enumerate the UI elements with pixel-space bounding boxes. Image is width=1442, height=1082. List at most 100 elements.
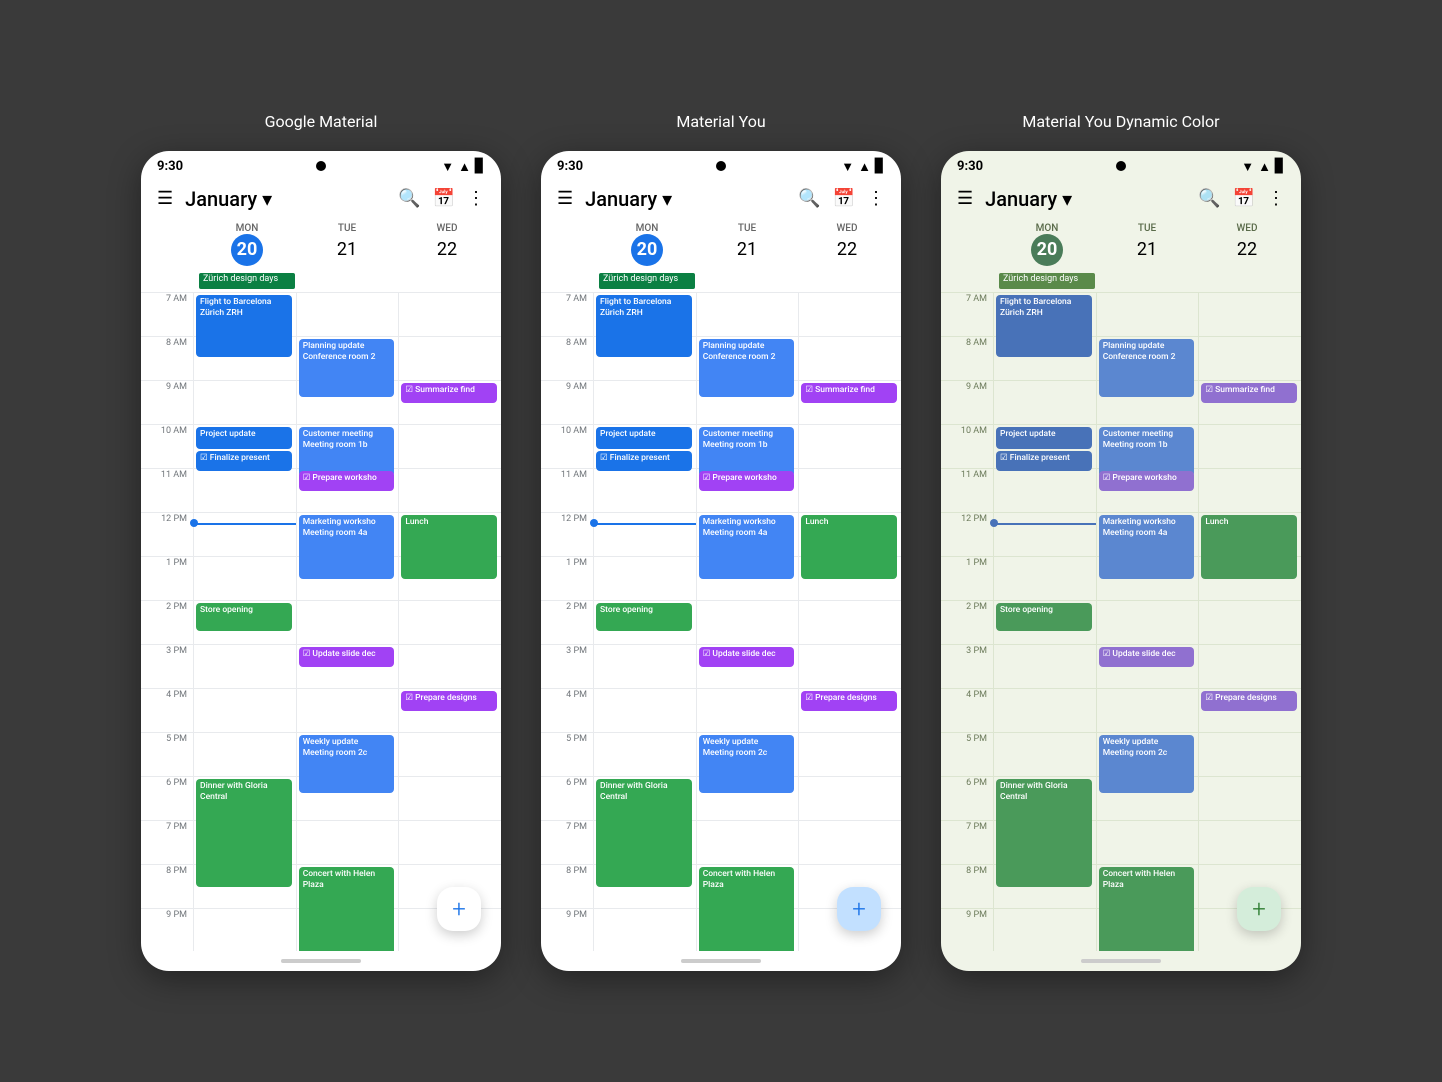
time-row-12pm-2: 12 PM Marketing workshoMeeting room 4a L… <box>541 512 901 556</box>
fab-1[interactable]: + <box>437 887 481 931</box>
event-store-opening-3[interactable]: Store opening <box>996 603 1092 631</box>
event-lunch-1[interactable]: Lunch <box>401 515 497 579</box>
event-flight-barcelona-1[interactable]: Flight to BarcelonaZürich ZRH <box>196 295 292 357</box>
cell-tue-7am-1 <box>296 293 399 336</box>
event-marketing-worksho-2[interactable]: Marketing workshoMeeting room 4a <box>699 515 795 579</box>
hamburger-icon-2[interactable]: ☰ <box>557 188 573 209</box>
day-num-tue-1: 21 <box>331 234 363 266</box>
event-project-update-3[interactable]: Project update <box>996 427 1092 449</box>
event-concert-helen-1[interactable]: Concert with HelenPlaza <box>299 867 395 951</box>
cell-tue-8am-2: Planning updateConference room 2 <box>696 337 799 380</box>
event-marketing-worksho-1[interactable]: Marketing workshoMeeting room 4a <box>299 515 395 579</box>
event-customer-meeting-3[interactable]: Customer meetingMeeting room 1b <box>1099 427 1195 477</box>
day-col-tue-1[interactable]: TUE 21 <box>297 219 397 270</box>
cell-wed-12pm-3: Lunch <box>1198 513 1301 556</box>
signal-icon-1: ▲ <box>458 159 471 175</box>
month-title-1[interactable]: January ▾ <box>185 187 386 211</box>
more-icon-2[interactable]: ⋮ <box>867 188 885 209</box>
calendar-icon-2[interactable]: 📅 <box>833 188 855 209</box>
day-col-tue-3[interactable]: Tue 21 <box>1097 219 1197 270</box>
event-flight-barcelona-3[interactable]: Flight to BarcelonaZürich ZRH <box>996 295 1092 357</box>
more-icon-1[interactable]: ⋮ <box>467 188 485 209</box>
event-summarize-2[interactable]: ☑ Summarize find <box>801 383 897 403</box>
event-prepare-worksho-3[interactable]: ☑ Prepare worksho <box>1099 471 1195 491</box>
event-update-slide-1[interactable]: ☑ Update slide dec <box>299 647 395 667</box>
event-prepare-worksho-1[interactable]: ☑ Prepare worksho <box>299 471 395 491</box>
allday-event-zurich-2[interactable]: Zürich design days <box>599 273 695 289</box>
event-customer-meeting-2[interactable]: Customer meetingMeeting room 1b <box>699 427 795 477</box>
day-col-tue-2[interactable]: Tue 21 <box>697 219 797 270</box>
event-summarize-3[interactable]: ☑ Summarize find <box>1201 383 1297 403</box>
search-icon-1[interactable]: 🔍 <box>398 188 420 209</box>
event-planning-update-3[interactable]: Planning updateConference room 2 <box>1099 339 1195 397</box>
more-icon-3[interactable]: ⋮ <box>1267 188 1285 209</box>
time-row-7am-1: 7 AM Flight to BarcelonaZürich ZRH <box>141 292 501 336</box>
event-weekly-update-1[interactable]: Weekly updateMeeting room 2c <box>299 735 395 793</box>
event-project-update-1[interactable]: Project update <box>196 427 292 449</box>
month-title-3[interactable]: January ▾ <box>985 187 1186 211</box>
signal-icon-2: ▲ <box>858 159 871 175</box>
fab-3[interactable]: + <box>1237 887 1281 931</box>
calendar-icon-1[interactable]: 📅 <box>433 188 455 209</box>
event-update-slide-2[interactable]: ☑ Update slide dec <box>699 647 795 667</box>
event-project-update-2[interactable]: Project update <box>596 427 692 449</box>
search-icon-2[interactable]: 🔍 <box>798 188 820 209</box>
cell-tue-7pm-2 <box>696 821 799 864</box>
search-icon-3[interactable]: 🔍 <box>1198 188 1220 209</box>
time-grid-2[interactable]: 7 AM Flight to BarcelonaZürich ZRH 8 AM <box>541 292 901 951</box>
event-update-slide-3[interactable]: ☑ Update slide dec <box>1099 647 1195 667</box>
event-prepare-designs-1[interactable]: ☑ Prepare designs <box>401 691 497 711</box>
cell-tue-11am-1: ☑ Prepare worksho <box>296 469 399 512</box>
event-planning-update-1[interactable]: Planning updateConference room 2 <box>299 339 395 397</box>
event-summarize-1[interactable]: ☑ Summarize find <box>401 383 497 403</box>
event-planning-update-2[interactable]: Planning updateConference room 2 <box>699 339 795 397</box>
month-title-2[interactable]: January ▾ <box>585 187 786 211</box>
allday-event-zurich-3[interactable]: Zürich design days <box>999 273 1095 289</box>
event-dinner-gloria-3[interactable]: Dinner with GloriaCentral <box>996 779 1092 887</box>
event-flight-barcelona-2[interactable]: Flight to BarcelonaZürich ZRH <box>596 295 692 357</box>
event-store-opening-1[interactable]: Store opening <box>196 603 292 631</box>
event-weekly-update-2[interactable]: Weekly updateMeeting room 2c <box>699 735 795 793</box>
time-label-4pm-3: 4 PM <box>941 689 993 732</box>
day-col-wed-1[interactable]: WED 22 <box>397 219 497 270</box>
event-finalize-2[interactable]: ☑ Finalize present <box>596 451 692 471</box>
event-lunch-3[interactable]: Lunch <box>1201 515 1297 579</box>
day-col-mon-3[interactable]: Mon 20 <box>997 219 1097 270</box>
calendar-icon-3[interactable]: 📅 <box>1233 188 1255 209</box>
allday-event-zurich-1[interactable]: Zürich design days <box>199 273 295 289</box>
day-col-wed-2[interactable]: Wed 22 <box>797 219 897 270</box>
event-prepare-designs-3[interactable]: ☑ Prepare designs <box>1201 691 1297 711</box>
cell-mon-10am-3: Project update ☑ Finalize present <box>993 425 1096 468</box>
time-grid-1[interactable]: 7 AM Flight to BarcelonaZürich ZRH 8 AM <box>141 292 501 951</box>
cell-mon-6pm-1: Dinner with GloriaCentral <box>193 777 296 820</box>
event-weekly-update-3[interactable]: Weekly updateMeeting room 2c <box>1099 735 1195 793</box>
event-dinner-gloria-1[interactable]: Dinner with GloriaCentral <box>196 779 292 887</box>
event-concert-helen-3[interactable]: Concert with HelenPlaza <box>1099 867 1195 951</box>
cell-tue-8am-1: Planning updateConference room 2 <box>296 337 399 380</box>
event-store-opening-2[interactable]: Store opening <box>596 603 692 631</box>
cell-wed-7pm-3 <box>1198 821 1301 864</box>
event-customer-meeting-1[interactable]: Customer meetingMeeting room 1b <box>299 427 395 477</box>
status-time-1: 9:30 <box>157 159 183 174</box>
event-concert-helen-2[interactable]: Concert with HelenPlaza <box>699 867 795 951</box>
event-marketing-worksho-3[interactable]: Marketing workshoMeeting room 4a <box>1099 515 1195 579</box>
day-col-mon-2[interactable]: Mon 20 <box>597 219 697 270</box>
time-row-11am-3: 11 AM ☑ Prepare worksho <box>941 468 1301 512</box>
fab-2[interactable]: + <box>837 887 881 931</box>
hamburger-icon-1[interactable]: ☰ <box>157 188 173 209</box>
allday-bar-2: Zürich design days <box>541 270 901 292</box>
event-prepare-designs-2[interactable]: ☑ Prepare designs <box>801 691 897 711</box>
event-dinner-gloria-2[interactable]: Dinner with GloriaCentral <box>596 779 692 887</box>
event-lunch-2[interactable]: Lunch <box>801 515 897 579</box>
event-finalize-3[interactable]: ☑ Finalize present <box>996 451 1092 471</box>
cell-tue-8am-3: Planning updateConference room 2 <box>1096 337 1199 380</box>
event-prepare-worksho-2[interactable]: ☑ Prepare worksho <box>699 471 795 491</box>
cell-tue-12pm-1: Marketing workshoMeeting room 4a <box>296 513 399 556</box>
time-row-11am-2: 11 AM ☑ Prepare worksho <box>541 468 901 512</box>
time-grid-3[interactable]: 7 AM Flight to BarcelonaZürich ZRH 8 AM <box>941 292 1301 951</box>
event-finalize-1[interactable]: ☑ Finalize present <box>196 451 292 471</box>
day-col-wed-3[interactable]: Wed 22 <box>1197 219 1297 270</box>
hamburger-icon-3[interactable]: ☰ <box>957 188 973 209</box>
time-label-6pm-2: 6 PM <box>541 777 593 820</box>
day-col-mon-1[interactable]: MON 20 <box>197 219 297 270</box>
